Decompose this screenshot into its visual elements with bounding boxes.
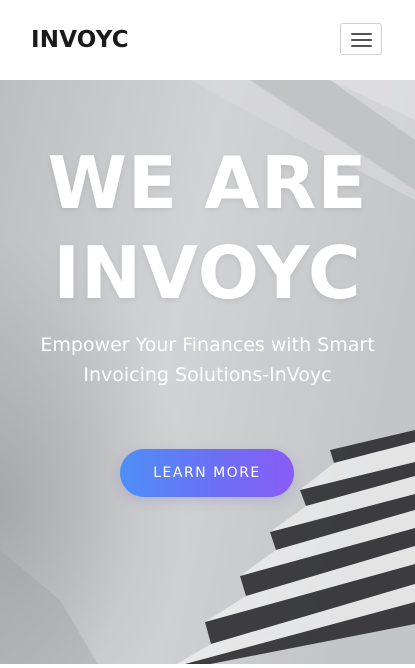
menu-toggle-button[interactable] — [340, 23, 382, 55]
brand-logo[interactable]: INVOYC — [31, 24, 129, 56]
hero-title-line-1: WE ARE — [47, 141, 368, 225]
hamburger-menu-icon — [351, 33, 372, 35]
hamburger-menu-icon — [351, 45, 372, 47]
navbar: INVOYC — [0, 0, 415, 80]
page-bottom-edge — [0, 664, 415, 668]
hamburger-menu-icon — [351, 39, 372, 41]
hero-subtitle: Empower Your Finances with Smart Invoici… — [40, 334, 375, 386]
learn-more-button[interactable]: LEARN MORE — [120, 449, 294, 497]
hero-section: WE ARE INVOYC Empower Your Finances with… — [0, 80, 415, 668]
hero-title-line-2: INVOYC — [53, 231, 362, 315]
